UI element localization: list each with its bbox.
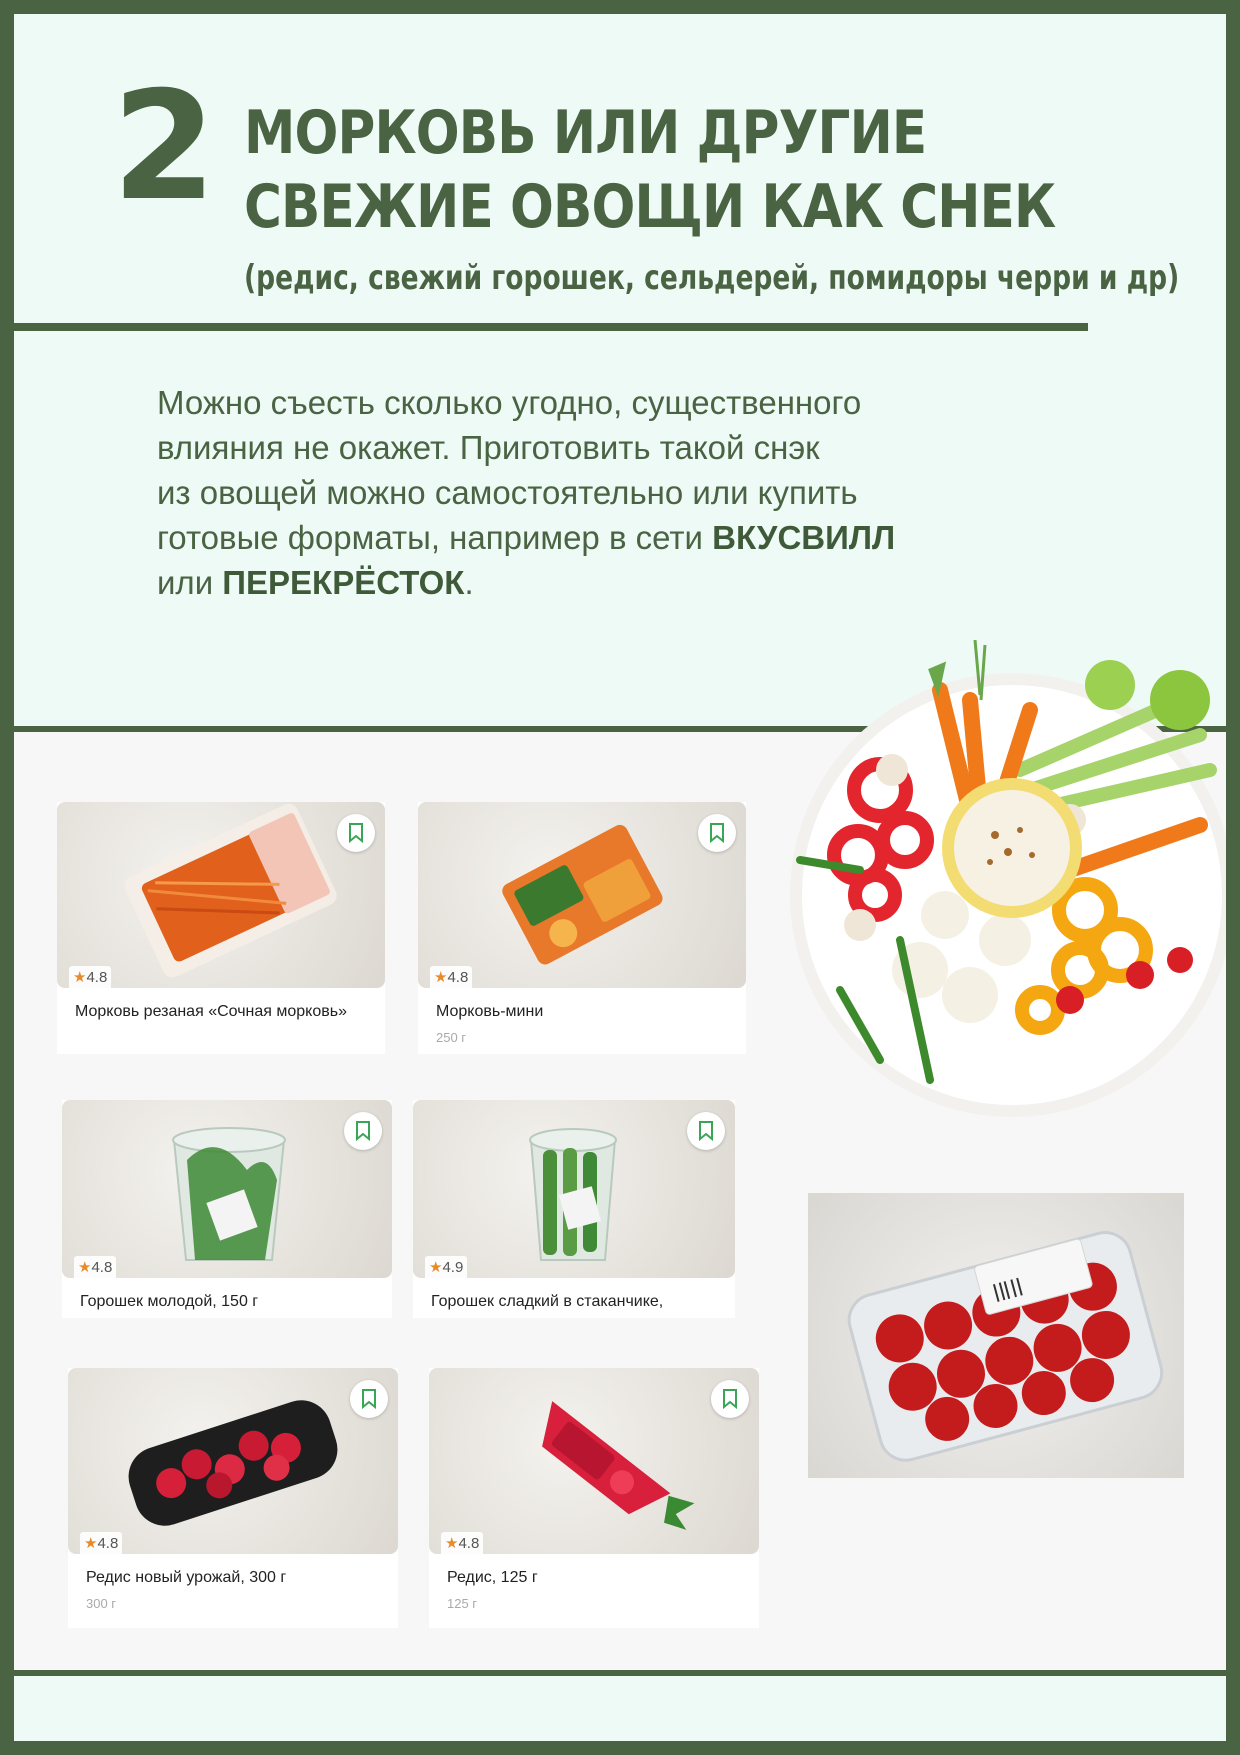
- product-photo-radish-bag: ★4.8: [429, 1368, 759, 1554]
- bookmark-icon: [723, 1389, 737, 1409]
- product-rating: ★4.8: [74, 1256, 117, 1278]
- star-icon: ★: [429, 1259, 443, 1276]
- product-weight: 125 г: [447, 1596, 478, 1611]
- rating-value: 4.8: [447, 969, 469, 986]
- product-card[interactable]: ★4.8 Морковь-мини 250 г: [418, 802, 746, 1054]
- veggie-plate-illustration: [790, 640, 1226, 1117]
- product-rating: ★4.9: [425, 1256, 468, 1278]
- rating-value: 4.8: [91, 1259, 113, 1276]
- product-photo-peas-sweet: ★4.9: [413, 1100, 735, 1278]
- bookmark-button[interactable]: [687, 1112, 725, 1150]
- product-rating: ★4.8: [441, 1532, 484, 1554]
- body-line-5: или: [157, 564, 223, 601]
- bookmark-button[interactable]: [350, 1380, 388, 1418]
- product-rating: ★4.8: [80, 1532, 123, 1554]
- section-title: МОРКОВЬ ИЛИ ДРУГИЕ СВЕЖИЕ ОВОЩИ КАК СНЕК: [244, 96, 1056, 244]
- radish-bag-image: [542, 1401, 695, 1530]
- title-divider: [14, 323, 1088, 331]
- product-card[interactable]: ★4.8 Морковь резаная «Сочная морковь»: [57, 802, 385, 1054]
- product-name: Горошек сладкий в стаканчике,: [431, 1293, 664, 1310]
- body-line-2: влияния не окажет. Приготовить такой снэ…: [157, 429, 820, 466]
- product-card[interactable]: ★4.8 Редис, 125 г 125 г: [429, 1368, 759, 1628]
- product-name: Морковь резаная «Сочная морковь»: [75, 1003, 347, 1020]
- product-rating: ★4.8: [69, 966, 112, 988]
- brand-perekrestok: ПЕРЕКРЁСТОК: [222, 564, 465, 601]
- product-weight: 300 г: [86, 1596, 117, 1611]
- body-line-1: Можно съесть сколько угодно, существенно…: [157, 384, 862, 421]
- bookmark-button[interactable]: [698, 814, 736, 852]
- body-line-5-end: .: [464, 564, 474, 601]
- product-photo-carrot-mini: ★4.8: [418, 802, 746, 988]
- brand-vkusvill: ВКУСВИЛЛ: [712, 519, 896, 556]
- peas-cup-image: [172, 1127, 286, 1261]
- radish-tray-image: [128, 1400, 338, 1526]
- star-icon: ★: [434, 969, 448, 986]
- carrot-mini-pack-image: [502, 824, 663, 965]
- section-number: 2: [112, 60, 216, 234]
- product-card[interactable]: ★4.8 Горошек молодой, 150 г: [62, 1100, 392, 1318]
- section-title-line2: СВЕЖИЕ ОВОЩИ КАК СНЕК: [244, 172, 1056, 242]
- carrot-pack-image: [124, 803, 337, 978]
- product-photo-carrot-shredded: ★4.8: [57, 802, 385, 988]
- star-icon: ★: [445, 1535, 459, 1552]
- star-icon: ★: [73, 969, 87, 986]
- product-card[interactable]: ★4.8 Редис новый урожай, 300 г 300 г: [68, 1368, 398, 1628]
- bookmark-icon: [356, 1121, 370, 1141]
- product-name: Морковь-мини: [436, 1003, 544, 1020]
- rating-value: 4.8: [97, 1535, 119, 1552]
- bookmark-button[interactable]: [344, 1112, 382, 1150]
- veggie-plate-image: [780, 640, 1226, 1126]
- product-rating: ★4.8: [430, 966, 473, 988]
- star-icon: ★: [84, 1535, 98, 1552]
- body-paragraph: Можно съесть сколько угодно, существенно…: [157, 380, 1057, 605]
- body-line-4: готовые форматы, например в сети: [157, 519, 713, 556]
- product-card[interactable]: ★4.9 Горошек сладкий в стаканчике,: [413, 1100, 735, 1318]
- rating-value: 4.8: [458, 1535, 480, 1552]
- bookmark-icon: [699, 1121, 713, 1141]
- bottom-divider: [14, 1670, 1226, 1676]
- cherry-tomatoes-pack: [847, 1231, 1164, 1462]
- bookmark-icon: [710, 823, 724, 843]
- bookmark-icon: [362, 1389, 376, 1409]
- product-weight: 250 г: [436, 1030, 467, 1045]
- bookmark-button[interactable]: [711, 1380, 749, 1418]
- cherry-tomatoes-image: [808, 1193, 1184, 1478]
- product-name: Горошек молодой, 150 г: [80, 1293, 259, 1310]
- product-name: Редис, 125 г: [447, 1569, 538, 1586]
- product-photo-peas-young: ★4.8: [62, 1100, 392, 1278]
- section-subtitle: (редис, свежий горошек, сельдерей, помид…: [244, 258, 1180, 298]
- product-photo-radish-new: ★4.8: [68, 1368, 398, 1554]
- body-line-3: из овощей можно самостоятельно или купит…: [157, 474, 858, 511]
- bookmark-button[interactable]: [337, 814, 375, 852]
- rating-value: 4.8: [86, 969, 108, 986]
- bookmark-icon: [349, 823, 363, 843]
- rating-value: 4.9: [442, 1259, 464, 1276]
- section-title-line1: МОРКОВЬ ИЛИ ДРУГИЕ: [244, 98, 927, 168]
- product-name: Редис новый урожай, 300 г: [86, 1569, 287, 1586]
- star-icon: ★: [78, 1259, 92, 1276]
